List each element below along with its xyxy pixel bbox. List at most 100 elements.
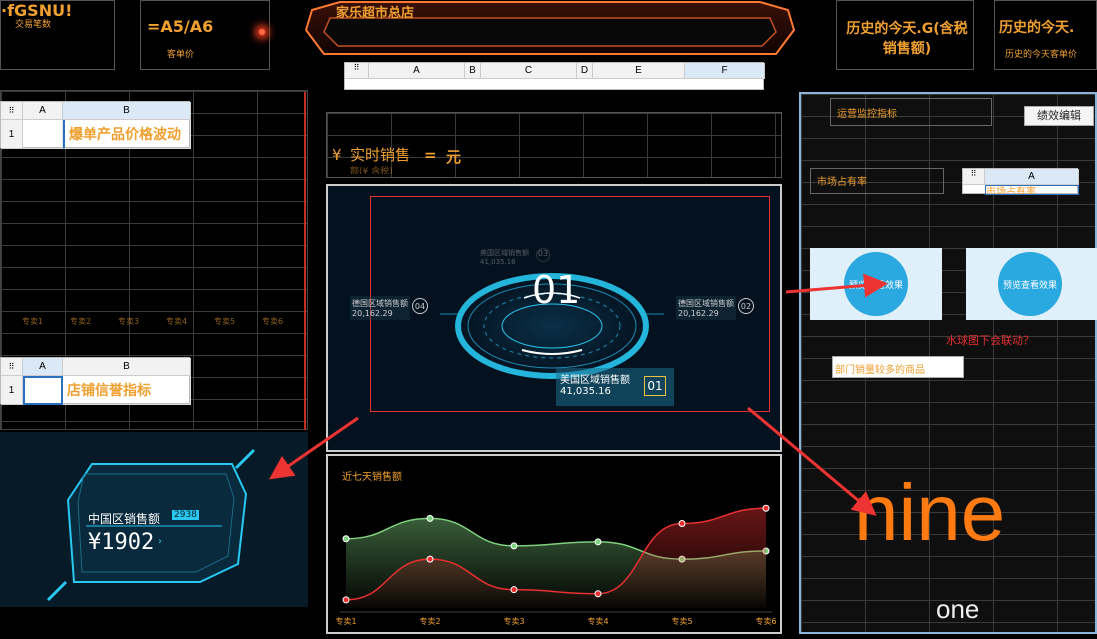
series-1-point-0[interactable] <box>342 596 350 604</box>
left-xtick: 专卖5 <box>214 317 236 326</box>
x-tick-label: 专卖5 <box>671 616 692 626</box>
sheet-product-volatility[interactable]: ⠿ A B 1 爆单产品价格波动 <box>0 101 191 149</box>
realtime-sales-sub: 额(¥ 含税) <box>350 167 393 174</box>
left-panel-frame <box>286 92 306 430</box>
avg-price-label: 客单价 <box>167 50 195 60</box>
col-header-a[interactable]: A <box>369 63 465 79</box>
dept-products-text: 部门销量较多的商品 <box>835 365 925 376</box>
column-header-strip[interactable]: ⠿ A B C D E F <box>344 62 765 90</box>
sheet1-grip-icon: ⠿ <box>1 102 23 120</box>
market-share-box: 市场占有率 <box>810 168 944 194</box>
preview-card-left[interactable]: 预览查看效果 <box>810 248 942 320</box>
series-1-point-1[interactable] <box>426 555 434 563</box>
small-number-text: one <box>936 594 980 624</box>
region-left-name: 德国区域销售额 <box>352 299 408 308</box>
x-tick-label: 专卖4 <box>587 616 608 626</box>
sheet1-cell-a1[interactable] <box>23 120 63 149</box>
ring-number: 01 <box>532 268 581 312</box>
ring-visual-panel: 01 美国区域销售额 41,035.16 03 德国区域销售额 20,162.2… <box>326 184 782 452</box>
series-0-point-0[interactable] <box>342 535 350 543</box>
sheet2-row-1[interactable]: 1 <box>1 376 23 405</box>
col-header-d[interactable]: D <box>577 63 593 79</box>
series-1-point-2[interactable] <box>510 586 518 594</box>
x-tick-label: 专卖2 <box>419 616 440 626</box>
series-0-point-3[interactable] <box>594 538 602 546</box>
china-sales-value: ¥1902 <box>88 530 155 555</box>
left-xtick: 专卖1 <box>22 317 44 326</box>
preview-card-right[interactable]: 预览查看效果 <box>966 248 1097 320</box>
sheet2-cell-a1[interactable] <box>23 376 63 405</box>
sheet2-col-a[interactable]: A <box>23 358 63 376</box>
equals-sign: = <box>424 146 437 164</box>
china-sales-card[interactable]: 中国区销售额 2938 ¥1902 › <box>0 432 308 607</box>
currency-symbol: ¥ <box>332 146 342 164</box>
big-number-text: nine <box>854 468 1006 557</box>
dept-products-input[interactable]: 部门销量较多的商品 <box>832 356 964 378</box>
region-top-badge: 03 <box>536 248 550 262</box>
col-header-e[interactable]: E <box>593 63 685 79</box>
history-sales-card[interactable]: 历史的今天.G(含税销售额) <box>836 0 974 70</box>
market-share-sheet[interactable]: ⠿ A 市场占有率 <box>962 168 1079 195</box>
avg-price-formula: =A5/A6 <box>147 17 214 36</box>
x-tick-label: 专卖6 <box>755 616 776 626</box>
region-left-badge: 04 <box>412 298 428 314</box>
mini-cell-a1[interactable]: 市场占有率 <box>985 185 1079 195</box>
mini-grip-icon: ⠿ <box>963 169 985 185</box>
right-panel-title-box: 运营监控指标 <box>830 98 992 126</box>
region-main-badge: 01 <box>644 376 666 396</box>
avg-price-card[interactable]: =A5/A6 客单价 <box>140 0 270 70</box>
sheet2-col-b[interactable]: B <box>63 358 191 376</box>
history-price-card[interactable]: 历史的今天. 历史的今天客单价 <box>994 0 1097 70</box>
series-1-point-3[interactable] <box>594 590 602 598</box>
col-header-c[interactable]: C <box>481 63 577 79</box>
sheet1-row-1[interactable]: 1 <box>1 120 23 149</box>
x-tick-label: 专卖3 <box>503 616 524 626</box>
trade-count-card[interactable]: ·fGSNU! 交易笔数 <box>0 0 115 70</box>
performance-edit-button[interactable]: 绩效编辑 <box>1024 106 1094 126</box>
history-price-sub: 历史的今天客单价 <box>1005 50 1078 60</box>
store-title: 家乐超市总店 <box>336 6 415 21</box>
series-0-point-1[interactable] <box>426 514 434 522</box>
glow-dot <box>259 29 265 35</box>
sheet1-cell-b1[interactable]: 爆单产品价格波动 <box>63 120 191 149</box>
mini-col-a[interactable]: A <box>985 169 1079 185</box>
sheet-shop-credit[interactable]: ⠿ A B 1 店铺信誉指标 <box>0 357 191 405</box>
history-price-title: 历史的今天. <box>999 20 1075 36</box>
left-xtick: 专卖6 <box>262 317 284 326</box>
series-0-point-2[interactable] <box>510 542 518 550</box>
left-xtick: 专卖4 <box>166 317 188 326</box>
trade-count-label: 交易笔数 <box>15 20 52 30</box>
sales-area-chart: 专卖1 专卖2 专卖3 专卖4 专卖5 专卖6 <box>335 504 777 626</box>
series-1-point-5[interactable] <box>762 504 770 512</box>
seven-day-chart-panel: 近七天销售额 专卖1 专卖2 专卖3 专卖4 专卖5 专卖6 <box>326 454 782 634</box>
region-label-right: 德国区域销售额 20,162.29 <box>676 296 736 320</box>
col-header-b[interactable]: B <box>465 63 481 79</box>
region-left-value: 20,162.29 <box>352 309 393 318</box>
series-1-point-4[interactable] <box>678 519 686 527</box>
region-label-top: 美国区域销售额 41,035.16 <box>480 248 529 266</box>
market-share-label: 市场占有率 <box>817 177 867 188</box>
right-panel-title: 运营监控指标 <box>837 109 897 120</box>
left-xtick: 专卖2 <box>70 317 92 326</box>
region-right-value: 20,162.29 <box>678 309 719 318</box>
ring-graphic <box>440 273 664 379</box>
preview-text-left: 预览查看效果 <box>848 281 903 291</box>
left-xaxis: 专卖1 专卖2 专卖3 专卖4 专卖5 专卖6 <box>0 316 290 330</box>
china-sales-badge: 2938 <box>172 510 199 520</box>
grip-icon: ⠿ <box>345 63 369 79</box>
region-right-badge: 02 <box>738 298 754 314</box>
linkage-question: 水球图下会联动？ <box>946 334 1034 347</box>
sheet1-col-b[interactable]: B <box>63 102 191 120</box>
unit-label: 元 <box>446 148 462 166</box>
col-header-f[interactable]: F <box>685 63 765 79</box>
china-sales-label: 中国区销售额 <box>88 512 161 526</box>
chevron-right-icon: › <box>158 536 162 547</box>
region-top-name: 美国区域销售额 <box>480 249 529 257</box>
sheet2-cell-b1[interactable]: 店铺信誉指标 <box>63 376 191 405</box>
left-xtick: 专卖3 <box>118 317 140 326</box>
region-top-value: 41,035.16 <box>480 258 516 266</box>
sheet1-col-a[interactable]: A <box>23 102 63 120</box>
sheet2-grip-icon: ⠿ <box>1 358 23 376</box>
region-label-left: 德国区域销售额 20,162.29 <box>350 296 410 320</box>
store-title-banner: 家乐超市总店 <box>300 0 800 62</box>
